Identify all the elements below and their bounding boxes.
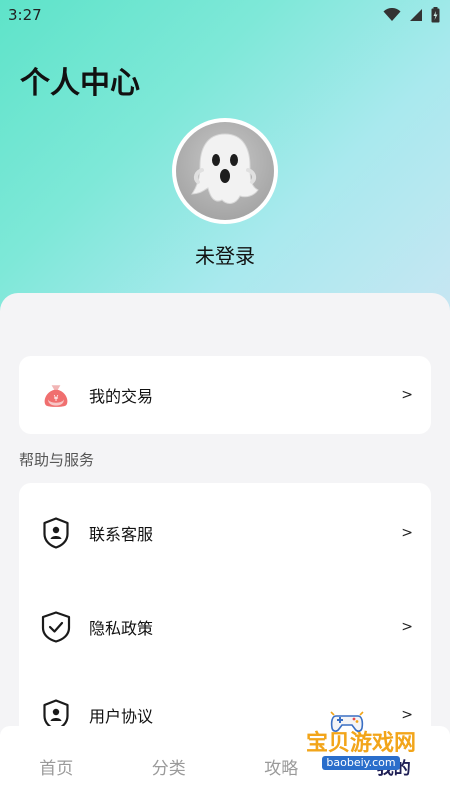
help-section-title: 帮助与服务 [19,451,95,469]
contact-service-row[interactable]: 联系客服 > [19,483,431,583]
chevron-right-icon: > [401,387,413,403]
avatar[interactable] [172,118,278,224]
privacy-policy-row[interactable]: 隐私政策 > [19,583,431,671]
check-shield-icon [41,610,71,644]
tab-home[interactable]: 首页 [0,748,113,779]
tab-category[interactable]: 分类 [113,748,226,779]
my-trade-row[interactable]: ¥ 我的交易 > [19,356,431,434]
page-title: 个人中心 [20,66,140,101]
wifi-icon [383,8,401,21]
chevron-right-icon: > [401,619,413,635]
watermark-logo: 宝贝游戏网 baobeiy.com [302,706,420,776]
watermark-url: baobeiy.com [322,756,400,770]
money-bag-icon: ¥ [41,378,71,412]
gamepad-icon [330,711,364,732]
login-status-text[interactable]: 未登录 [0,240,450,269]
privacy-policy-label: 隐私政策 [89,619,154,638]
ghost-avatar-icon [176,122,274,220]
help-services-card: 联系客服 > 隐私政策 > 用户协议 > [19,483,431,743]
battery-icon [431,7,440,23]
svg-text:¥: ¥ [53,394,58,403]
contact-service-label: 联系客服 [89,525,154,544]
signal-icon [410,9,422,21]
watermark-text: 宝贝游戏网 [305,731,416,756]
status-bar: 3:27 [0,0,450,30]
status-icons [383,7,440,23]
trade-card[interactable]: ¥ 我的交易 > [19,356,431,434]
my-trade-label: 我的交易 [89,387,154,406]
chevron-right-icon: > [401,525,413,541]
status-time: 3:27 [8,6,42,24]
person-shield-icon [41,516,71,550]
